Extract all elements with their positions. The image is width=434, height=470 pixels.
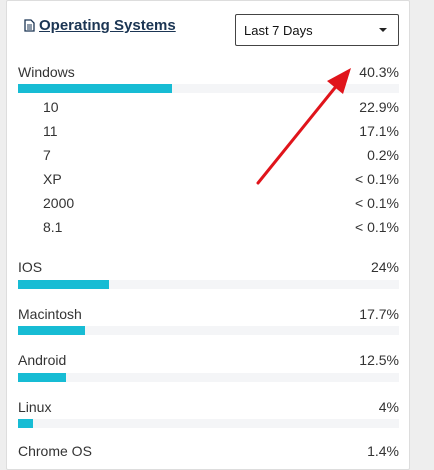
os-bar-fill [18,419,34,428]
version-value: < 0.1% [355,171,399,187]
version-value: 0.2% [367,147,399,163]
os-bar-fill [18,280,110,289]
os-value: 17.7% [359,306,399,322]
os-label: Macintosh [18,306,82,322]
date-range-value: Last 7 Days [244,23,313,38]
version-label: 7 [43,147,51,163]
os-label: Chrome OS [18,443,92,459]
version-value: < 0.1% [355,195,399,211]
os-value: 4% [378,399,399,415]
panel-title-link[interactable]: Operating Systems [24,17,176,34]
os-bar-android [18,373,399,382]
os-label: Android [18,352,67,368]
os-bar-linux [18,419,399,428]
version-label: XP [43,171,62,187]
os-label: Windows [18,64,75,80]
date-range-select[interactable]: Last 7 Days [235,14,399,46]
os-value: 40.3% [359,64,399,80]
version-value: 22.9% [359,99,399,115]
os-bar-ios [18,280,399,289]
os-bar-fill [18,84,172,93]
version-label: 10 [43,99,59,115]
os-value: 1.4% [367,443,399,459]
os-value: 24% [370,259,399,275]
os-panel: Operating Systems Last 7 Days Windows 40… [6,0,410,470]
version-value: < 0.1% [355,219,399,235]
os-bar-windows [18,84,399,93]
version-value: 17.1% [359,123,399,139]
os-label: IOS [18,259,43,275]
version-label: 11 [43,123,58,139]
os-bar-fill [18,326,86,335]
os-bar-fill [18,373,66,382]
os-bar-macintosh [18,326,399,335]
document-icon [24,19,35,32]
panel-title: Operating Systems [39,17,176,34]
version-label: 8.1 [43,219,63,235]
os-value: 12.5% [359,352,399,368]
chevron-down-icon [379,28,387,32]
os-label: Linux [18,399,52,415]
version-label: 2000 [43,195,75,211]
